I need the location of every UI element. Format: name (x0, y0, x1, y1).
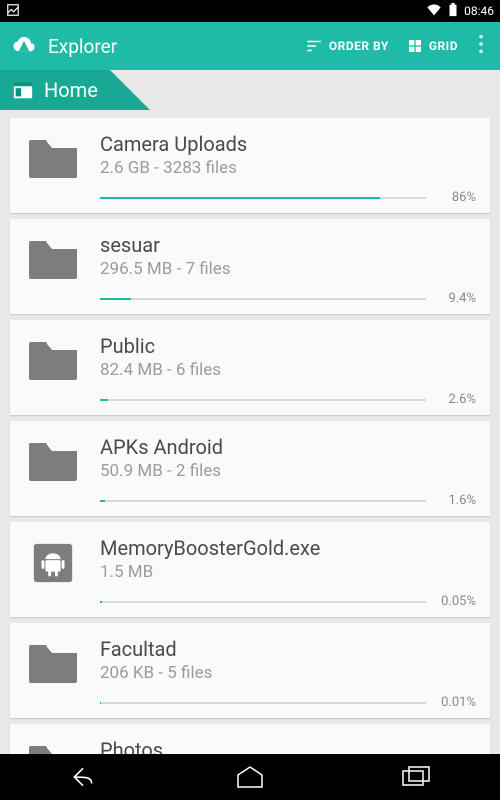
item-subtitle: 1.5 MB (100, 562, 476, 582)
grid-icon (407, 38, 423, 54)
folder-icon (24, 435, 82, 483)
order-by-label: ORDER BY (329, 39, 389, 53)
grid-label: GRID (429, 39, 458, 53)
file-list[interactable]: Camera Uploads2.6 GB - 3283 files 86% sesu… (0, 110, 500, 754)
item-name: Public (100, 334, 476, 358)
item-name: Photos (100, 738, 476, 754)
back-button[interactable] (53, 762, 113, 792)
folder-icon (24, 334, 82, 382)
picture-indicator-icon (6, 3, 20, 20)
item-subtitle: 2.6 GB - 3283 files (100, 158, 476, 178)
folder-icon (24, 637, 82, 685)
sort-icon (305, 37, 323, 55)
item-subtitle: 296.5 MB - 7 files (100, 259, 476, 279)
list-item[interactable]: Camera Uploads2.6 GB - 3283 files 86% (10, 118, 490, 213)
recents-button[interactable] (387, 762, 447, 792)
list-item[interactable]: Photos0 Bytes - 0 files (10, 724, 490, 754)
usage-bar (100, 500, 426, 502)
list-item[interactable]: Public82.4 MB - 6 files 2.6% (10, 320, 490, 415)
android-nav-bar (0, 754, 500, 800)
status-time: 08:46 (464, 4, 494, 18)
usage-bar (100, 702, 426, 704)
home-icon (12, 79, 34, 101)
grid-view-button[interactable]: GRID (403, 32, 462, 60)
usage-percent: 1.6% (436, 493, 476, 508)
action-bar: Explorer ORDER BY GRID (0, 22, 500, 70)
usage-percent: 86% (436, 190, 476, 205)
usage-percent: 0.01% (436, 695, 476, 710)
folder-icon (24, 132, 82, 180)
usage-bar (100, 399, 426, 401)
breadcrumb-label: Home (44, 78, 98, 102)
item-name: APKs Android (100, 435, 476, 459)
item-subtitle: 82.4 MB - 6 files (100, 360, 476, 380)
home-button[interactable] (220, 762, 280, 792)
app-logo-icon (10, 32, 38, 60)
usage-percent: 9.4% (436, 291, 476, 306)
order-by-button[interactable]: ORDER BY (301, 31, 393, 61)
battery-icon (448, 3, 458, 20)
list-item[interactable]: Facultad206 KB - 5 files 0.01% (10, 623, 490, 718)
android-status-bar: 08:46 (0, 0, 500, 22)
wifi-icon (426, 3, 442, 20)
apk-icon (24, 536, 82, 586)
item-name: MemoryBoosterGold.exe (100, 536, 476, 560)
overflow-menu-button[interactable] (472, 27, 490, 65)
usage-percent: 0.05% (436, 594, 476, 609)
item-subtitle: 206 KB - 5 files (100, 663, 476, 683)
screen-title: Explorer (48, 35, 291, 58)
item-subtitle: 50.9 MB - 2 files (100, 461, 476, 481)
list-item[interactable]: MemoryBoosterGold.exe1.5 MB 0.05% (10, 522, 490, 617)
usage-bar (100, 298, 426, 300)
item-name: Facultad (100, 637, 476, 661)
folder-icon (24, 233, 82, 281)
item-name: sesuar (100, 233, 476, 257)
breadcrumb[interactable]: Home (0, 70, 500, 110)
usage-bar (100, 601, 426, 603)
item-name: Camera Uploads (100, 132, 476, 156)
list-item[interactable]: sesuar296.5 MB - 7 files 9.4% (10, 219, 490, 314)
list-item[interactable]: APKs Android50.9 MB - 2 files 1.6% (10, 421, 490, 516)
usage-percent: 2.6% (436, 392, 476, 407)
folder-icon (24, 738, 82, 754)
usage-bar (100, 197, 426, 199)
